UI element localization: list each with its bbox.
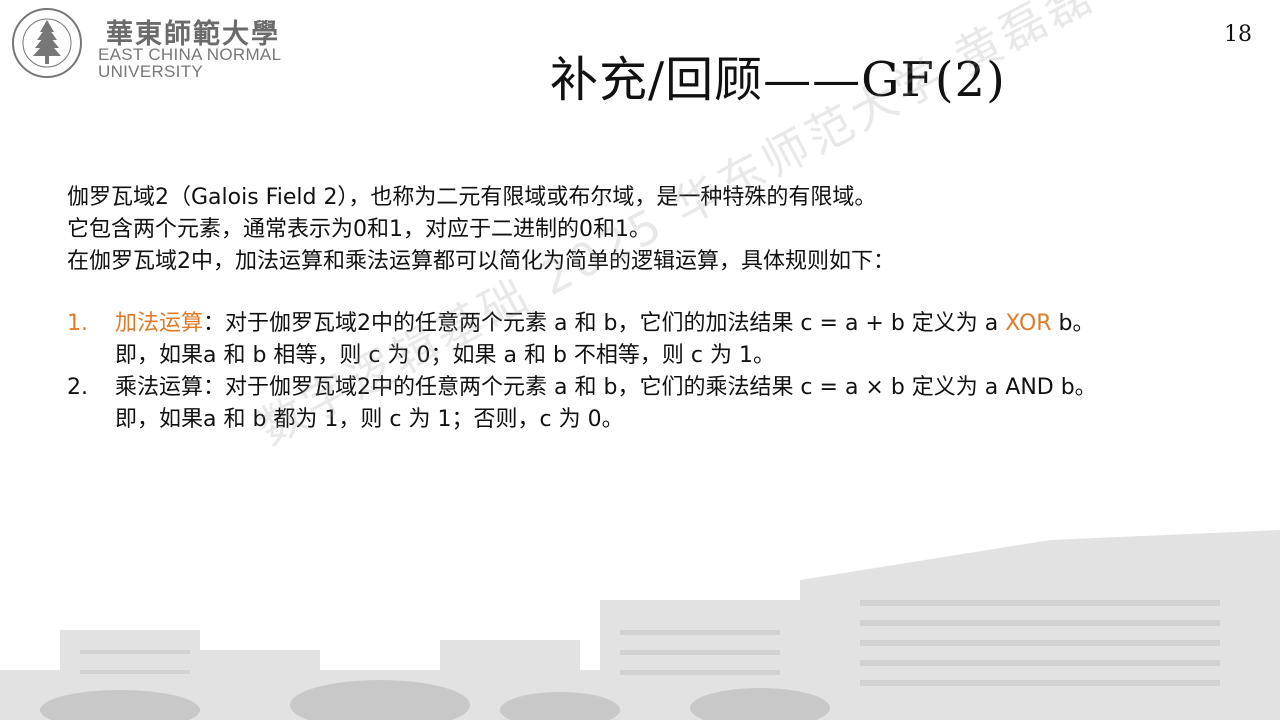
campus-building-background <box>0 530 1280 720</box>
slide: 華東師範大學 EAST CHINA NORMAL UNIVERSITY 18 补… <box>0 0 1280 720</box>
xor-operator: XOR <box>1005 311 1052 336</box>
rule-name-addition: 加法运算 <box>115 311 204 336</box>
rule-text-end: b。 <box>1051 311 1095 336</box>
intro-line: 伽罗瓦域2（Galois Field 2），也称为二元有限域或布尔域，是一种特殊… <box>67 185 877 210</box>
slide-body: 伽罗瓦域2（Galois Field 2），也称为二元有限域或布尔域，是一种特殊… <box>67 182 1247 436</box>
rule-explanation: 即，如果a 和 b 都为 1，则 c 为 1；否则，c 为 0。 <box>115 407 624 432</box>
rule-text: ：对于伽罗瓦域2中的任意两个元素 a 和 b，它们的加法结果 c = a + b… <box>203 311 1006 336</box>
university-seal-icon <box>12 8 82 78</box>
rule-number: 1. <box>67 311 88 336</box>
rule-number: 2. <box>67 375 88 400</box>
university-logo: 華東師範大學 EAST CHINA NORMAL UNIVERSITY <box>10 6 300 80</box>
rule-line: 乘法运算：对于伽罗瓦域2中的任意两个元素 a 和 b，它们的乘法结果 c = a… <box>115 372 1247 404</box>
slide-title: 补充/回顾——GF(2) <box>550 52 1006 108</box>
logo-english-line-2: UNIVERSITY <box>98 62 204 81</box>
intro-line: 在伽罗瓦域2中，加法运算和乘法运算都可以简化为简单的逻辑运算，具体规则如下： <box>67 249 895 274</box>
intro-line: 它包含两个元素，通常表示为0和1，对应于二进制的0和1。 <box>67 217 651 242</box>
logo-english-line-1: EAST CHINA NORMAL <box>98 45 282 64</box>
rule-explanation: 即，如果a 和 b 相等，则 c 为 0；如果 a 和 b 不相等，则 c 为 … <box>115 343 775 368</box>
page-number: 18 <box>1224 22 1252 47</box>
rule-item-addition: 1. 加法运算：对于伽罗瓦域2中的任意两个元素 a 和 b，它们的加法结果 c … <box>67 308 1247 372</box>
rule-text: ：对于伽罗瓦域2中的任意两个元素 a 和 b，它们的乘法结果 c = a × b… <box>203 375 1097 400</box>
rule-line: 加法运算：对于伽罗瓦域2中的任意两个元素 a 和 b，它们的加法结果 c = a… <box>115 308 1247 340</box>
rule-name-multiplication: 乘法运算 <box>115 375 204 400</box>
intro-paragraph: 伽罗瓦域2（Galois Field 2），也称为二元有限域或布尔域，是一种特殊… <box>67 182 1247 278</box>
rule-item-multiplication: 2. 乘法运算：对于伽罗瓦域2中的任意两个元素 a 和 b，它们的乘法结果 c … <box>67 372 1247 436</box>
logo-english-name: EAST CHINA NORMAL UNIVERSITY <box>98 46 281 80</box>
rules-list: 1. 加法运算：对于伽罗瓦域2中的任意两个元素 a 和 b，它们的加法结果 c … <box>67 308 1247 436</box>
